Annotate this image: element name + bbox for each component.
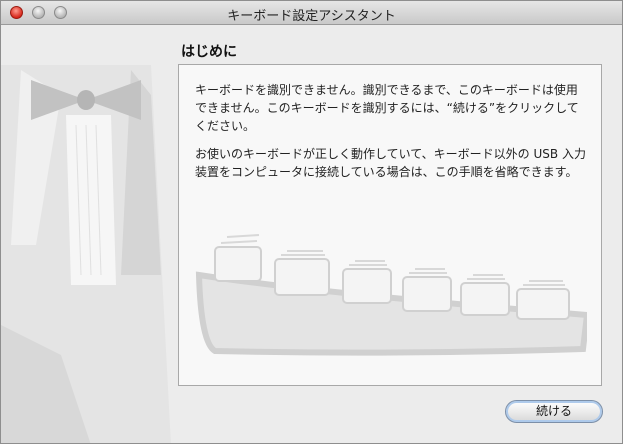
note-paragraph: お使いのキーボードが正しく動作していて、キーボード以外の USB 入力装置をコン… (195, 147, 586, 179)
intro-paragraph: キーボードを識別できません。識別できるまで、このキーボードは使用できません。この… (195, 83, 579, 133)
keyboard-illustration-icon (195, 234, 587, 356)
page-title: はじめに (181, 44, 237, 60)
content-panel: キーボードを識別できません。識別できるまで、このキーボードは使用できません。この… (178, 64, 602, 386)
continue-button[interactable]: 続ける (505, 400, 603, 423)
assistant-window: キーボード設定アシスタント はじめに キーボードを識別できません。識別できるまで… (0, 0, 623, 444)
window-title: キーボード設定アシスタント (227, 9, 396, 24)
title-bar[interactable]: キーボード設定アシスタント (1, 1, 622, 25)
